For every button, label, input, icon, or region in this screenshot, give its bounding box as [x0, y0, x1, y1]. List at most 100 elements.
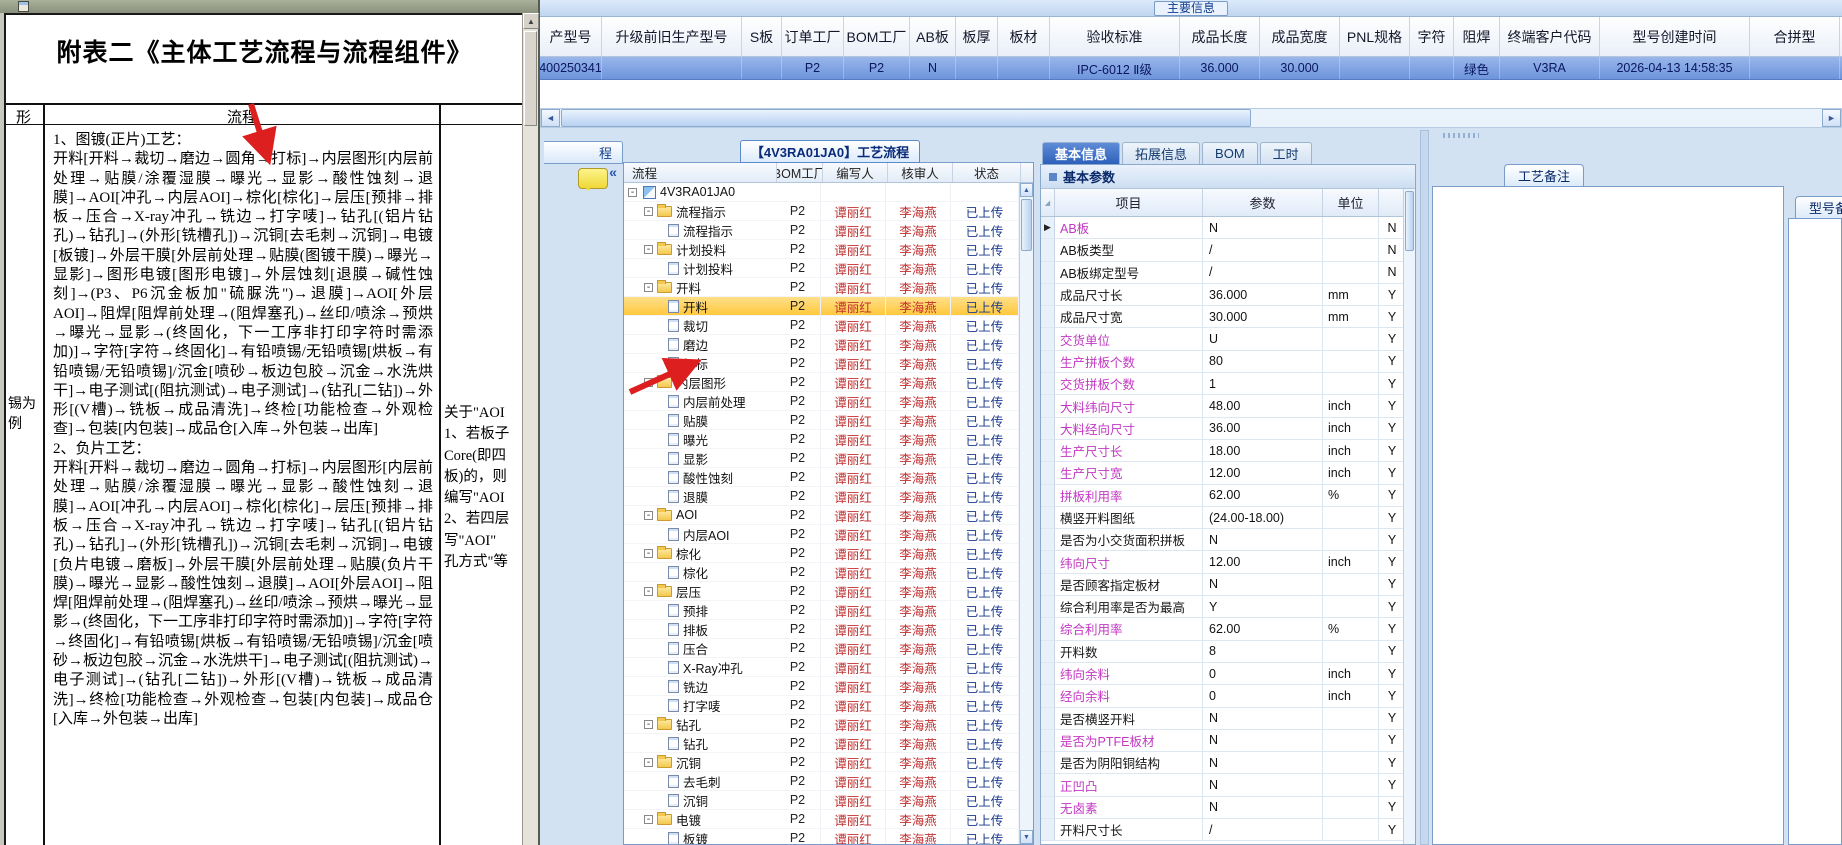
tree-row[interactable]: 裁切 P2 谭丽红 李海燕 已上传: [624, 316, 1019, 335]
info-column-header[interactable]: 型号创建时间: [1600, 17, 1750, 56]
param-value[interactable]: 36.00: [1203, 417, 1323, 439]
tree-expander-icon[interactable]: -: [644, 244, 653, 254]
model-notes-panel[interactable]: [1788, 218, 1842, 845]
params-row[interactable]: 大料纬向尺寸 48.00 inch Y: [1041, 395, 1403, 418]
params-row[interactable]: 生产尺寸宽 12.00 inch Y: [1041, 462, 1403, 485]
info-column-header[interactable]: 阻焊: [1454, 17, 1500, 56]
scroll-up-icon[interactable]: ▲: [1020, 183, 1033, 197]
tree-row[interactable]: - 4V3RA01JA0: [624, 183, 1019, 202]
info-column-header[interactable]: 终端客户代码: [1500, 17, 1600, 56]
tree-row[interactable]: 贴膜 P2 谭丽红 李海燕 已上传: [624, 411, 1019, 430]
param-value[interactable]: N: [1203, 752, 1323, 774]
param-value[interactable]: N: [1203, 729, 1323, 752]
params-row[interactable]: 纬向尺寸 12.00 inch Y: [1041, 551, 1403, 574]
param-value[interactable]: N: [1203, 573, 1323, 596]
params-row[interactable]: 拼板利用率 62.00% Y: [1041, 484, 1403, 507]
param-value[interactable]: 12.00: [1203, 551, 1323, 573]
tree-row[interactable]: 板镀 P2 谭丽红 李海燕 已上传: [624, 829, 1019, 844]
tree-row[interactable]: 开料 P2 谭丽红 李海燕 已上传: [624, 297, 1019, 316]
tree-row[interactable]: 内层前处理 P2 谭丽红 李海燕 已上传: [624, 392, 1019, 411]
param-value[interactable]: 1: [1203, 373, 1323, 395]
scroll-down-icon[interactable]: ▼: [1020, 830, 1033, 844]
params-tab[interactable]: 拓展信息: [1122, 142, 1201, 164]
tree-expander-icon[interactable]: -: [644, 586, 653, 596]
param-value[interactable]: /: [1203, 819, 1323, 841]
tree-expander-icon[interactable]: -: [644, 510, 653, 520]
tree-column-header[interactable]: BOM工厂: [777, 163, 823, 182]
param-value[interactable]: N: [1203, 774, 1323, 796]
tree-row[interactable]: - 钻孔 P2 谭丽红 李海燕 已上传: [624, 715, 1019, 734]
scroll-left-icon[interactable]: ◄: [541, 109, 560, 127]
params-row[interactable]: AB板类型 / N: [1041, 239, 1403, 262]
tree-row[interactable]: - 电镀 P2 谭丽红 李海燕 已上传: [624, 810, 1019, 829]
params-row[interactable]: 开料尺寸长 / Y: [1041, 819, 1403, 842]
info-column-header[interactable]: 板厚: [956, 17, 998, 56]
scrollbar-thumb[interactable]: [1021, 199, 1032, 251]
params-row[interactable]: ▶ AB板 N N: [1041, 217, 1403, 240]
info-column-header[interactable]: 订单工厂: [782, 17, 844, 56]
tree-row[interactable]: - 计划投料 P2 谭丽红 李海燕 已上传: [624, 240, 1019, 259]
document-scrollbar[interactable]: ▲: [522, 13, 539, 845]
tree-expander-icon[interactable]: -: [644, 282, 653, 292]
tab-model-notes[interactable]: 型号备注: [1795, 196, 1842, 219]
params-tab[interactable]: BOM: [1202, 142, 1258, 164]
params-row[interactable]: 是否为小交货面积拼板 N Y: [1041, 529, 1403, 552]
params-row[interactable]: 生产尺寸长 18.00 inch Y: [1041, 439, 1403, 463]
tree-row[interactable]: 曝光 P2 谭丽红 李海燕 已上传: [624, 430, 1019, 449]
info-column-header[interactable]: 合拼型: [1750, 17, 1840, 56]
info-column-header[interactable]: AB板: [910, 17, 956, 56]
tab-flow-partial[interactable]: 程: [544, 141, 623, 164]
info-value-row[interactable]: 400250341 P2 P2 N IPC-6012 Ⅱ级 36.000 30.000 绿色 V…: [540, 57, 1842, 80]
info-column-header[interactable]: PNL规格: [1340, 17, 1410, 56]
params-column-header[interactable]: 参数: [1203, 189, 1323, 216]
tree-expander-icon[interactable]: -: [644, 814, 653, 824]
param-value[interactable]: 12.00: [1203, 462, 1323, 484]
collapse-panel-icon[interactable]: «: [604, 165, 622, 181]
tree-column-header[interactable]: 编写人: [823, 163, 888, 182]
param-value[interactable]: (24.00-18.00): [1203, 506, 1323, 529]
info-column-header[interactable]: 成品长度: [1180, 17, 1260, 56]
tree-row[interactable]: X-Ray冲孔 P2 谭丽红 李海燕 已上传: [624, 658, 1019, 677]
param-value[interactable]: 36.000: [1203, 283, 1323, 306]
horizontal-scrollbar[interactable]: ◄ ►: [540, 108, 1842, 128]
tree-row[interactable]: 计划投料 P2 谭丽红 李海燕 已上传: [624, 259, 1019, 278]
tree-row[interactable]: 退膜 P2 谭丽红 李海燕 已上传: [624, 487, 1019, 506]
params-row[interactable]: 成品尺寸长 36.000 mm Y: [1041, 283, 1403, 307]
tree-row[interactable]: 显影 P2 谭丽红 李海燕 已上传: [624, 449, 1019, 468]
vertical-splitter[interactable]: [1420, 130, 1429, 845]
params-row[interactable]: AB板绑定型号 / N: [1041, 261, 1403, 284]
tree-expander-icon[interactable]: -: [644, 719, 653, 729]
tree-column-header[interactable]: 状态: [953, 163, 1021, 182]
params-row[interactable]: 综合利用率 62.00% Y: [1041, 618, 1403, 641]
param-value[interactable]: Y: [1203, 596, 1323, 618]
info-column-header[interactable]: 字符: [1410, 17, 1454, 56]
param-value[interactable]: 8: [1203, 640, 1323, 662]
tab-process-notes[interactable]: 工艺备注: [1504, 164, 1584, 187]
scroll-right-icon[interactable]: ►: [1822, 109, 1841, 127]
tree-expander-icon[interactable]: -: [644, 377, 653, 387]
params-row[interactable]: 是否横竖开料 N Y: [1041, 707, 1403, 730]
params-row[interactable]: 综合利用率是否为最高 Y Y: [1041, 596, 1403, 619]
tree-column-header[interactable]: 核审人: [888, 163, 953, 182]
tree-row[interactable]: 去毛刺 P2 谭丽红 李海燕 已上传: [624, 772, 1019, 791]
tree-expander-icon[interactable]: -: [644, 206, 653, 216]
param-value[interactable]: 30.000: [1203, 306, 1323, 328]
tree-row[interactable]: 沉铜 P2 谭丽红 李海燕 已上传: [624, 791, 1019, 810]
basic-params-section-header[interactable]: 基本参数: [1041, 165, 1415, 189]
params-row[interactable]: 无卤素 N Y: [1041, 796, 1403, 820]
params-row[interactable]: 交货拼板个数 1 Y: [1041, 373, 1403, 396]
tree-row[interactable]: - AOI P2 谭丽红 李海燕 已上传: [624, 506, 1019, 525]
tree-row[interactable]: 排板 P2 谭丽红 李海燕 已上传: [624, 620, 1019, 639]
info-column-header[interactable]: 升级前旧生产型号: [602, 17, 742, 56]
scrollbar-thumb[interactable]: [524, 31, 537, 126]
param-value[interactable]: 0: [1203, 662, 1323, 685]
tree-expander-icon[interactable]: -: [644, 548, 653, 558]
param-value[interactable]: U: [1203, 328, 1323, 350]
params-row[interactable]: 是否为PTFE板材 N Y: [1041, 729, 1403, 753]
tree-expander-icon[interactable]: -: [628, 187, 637, 197]
param-value[interactable]: 48.00: [1203, 395, 1323, 417]
drag-grip-icon[interactable]: [1443, 133, 1479, 138]
params-column-header[interactable]: 项目: [1055, 189, 1203, 216]
param-value[interactable]: N: [1203, 796, 1323, 819]
params-vertical-scrollbar[interactable]: [1403, 189, 1415, 844]
